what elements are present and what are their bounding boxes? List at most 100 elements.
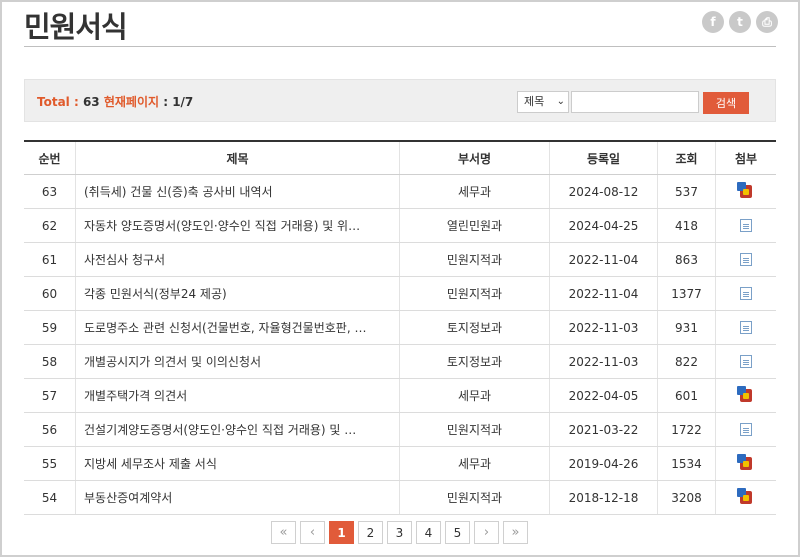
page-button-5[interactable]: 5 <box>445 521 470 544</box>
row-date: 2022-04-05 <box>550 379 658 412</box>
table-row: 59 도로명주소 관련 신청서(건물번호, 자율형건물번호판, … 토지정보과 202… <box>24 311 776 345</box>
hwp-file-icon[interactable] <box>737 386 752 402</box>
row-views: 931 <box>658 311 716 344</box>
row-dept: 세무과 <box>400 379 550 412</box>
title-divider <box>24 46 776 47</box>
row-views: 537 <box>658 175 716 208</box>
row-views: 1534 <box>658 447 716 480</box>
row-no: 54 <box>24 481 76 514</box>
row-attach <box>716 311 776 344</box>
row-no: 61 <box>24 243 76 276</box>
row-no: 59 <box>24 311 76 344</box>
row-title-link[interactable]: 개별공시지가 의견서 및 이의신청서 <box>76 345 400 378</box>
row-date: 2022-11-04 <box>550 277 658 310</box>
row-date: 2022-11-03 <box>550 345 658 378</box>
table-row: 56 건설기계양도증명서(양도인·양수인 직접 거래용) 및 … 민원지적과 2021… <box>24 413 776 447</box>
twitter-icon[interactable]: t <box>729 11 751 33</box>
chevron-down-icon: ⌄ <box>556 96 565 107</box>
table-body: 63 (취득세) 건물 신(증)축 공사비 내역서 세무과 2024-08-12 537… <box>24 175 776 515</box>
print-icon[interactable]: ⎙ <box>756 11 778 33</box>
search-bar: Total : 63 현재페이지 : 1/7 제목 ⌄ 검색 <box>24 79 776 122</box>
row-title-link[interactable]: 사전심사 청구서 <box>76 243 400 276</box>
header-no: 순번 <box>24 142 76 174</box>
table-row: 61 사전심사 청구서 민원지적과 2022-11-04 863 <box>24 243 776 277</box>
row-no: 63 <box>24 175 76 208</box>
document-file-icon[interactable] <box>740 423 752 436</box>
row-date: 2024-08-12 <box>550 175 658 208</box>
row-date: 2018-12-18 <box>550 481 658 514</box>
row-title-link[interactable]: 건설기계양도증명서(양도인·양수인 직접 거래용) 및 … <box>76 413 400 446</box>
row-attach <box>716 277 776 310</box>
row-no: 58 <box>24 345 76 378</box>
row-views: 3208 <box>658 481 716 514</box>
row-date: 2021-03-22 <box>550 413 658 446</box>
table-row: 57 개별주택가격 의견서 세무과 2022-04-05 601 <box>24 379 776 413</box>
total-value: 63 <box>82 95 100 109</box>
page-button-1[interactable]: 1 <box>329 521 354 544</box>
header-attach: 첨부 <box>734 151 758 166</box>
row-views: 1722 <box>658 413 716 446</box>
row-dept: 열린민원과 <box>400 209 550 242</box>
page-button-2[interactable]: 2 <box>358 521 383 544</box>
row-dept: 토지정보과 <box>400 345 550 378</box>
table-row: 62 자동차 양도증명서(양도인·양수인 직접 거래용) 및 위… 열린민원과 202… <box>24 209 776 243</box>
row-no: 55 <box>24 447 76 480</box>
row-views: 822 <box>658 345 716 378</box>
row-dept: 민원지적과 <box>400 481 550 514</box>
table-row: 63 (취득세) 건물 신(증)축 공사비 내역서 세무과 2024-08-12 537 <box>24 175 776 209</box>
page-button-3[interactable]: 3 <box>387 521 412 544</box>
hwp-file-icon[interactable] <box>737 182 752 198</box>
row-title-link[interactable]: 각종 민원서식(정부24 제공) <box>76 277 400 310</box>
row-attach <box>716 243 776 276</box>
document-file-icon[interactable] <box>740 287 752 300</box>
row-no: 60 <box>24 277 76 310</box>
next-page-button[interactable]: › <box>474 521 499 544</box>
row-views: 863 <box>658 243 716 276</box>
header-date: 등록일 <box>550 142 658 174</box>
row-title-link[interactable]: 부동산증여계약서 <box>76 481 400 514</box>
row-dept: 세무과 <box>400 447 550 480</box>
facebook-icon[interactable]: f <box>702 11 724 33</box>
document-file-icon[interactable] <box>740 253 752 266</box>
pagination: « ‹ 1 2 3 4 5 › » <box>271 521 528 544</box>
hwp-file-icon[interactable] <box>737 488 752 504</box>
total-summary: Total : 63 현재페이지 : 1/7 <box>37 95 194 109</box>
total-label: Total <box>37 95 70 109</box>
search-input[interactable] <box>571 91 699 113</box>
table-row: 55 지방세 세무조사 제출 서식 세무과 2019-04-26 1534 <box>24 447 776 481</box>
header-views: 조회 <box>658 142 716 174</box>
row-attach <box>716 175 776 208</box>
row-no: 57 <box>24 379 76 412</box>
row-views: 601 <box>658 379 716 412</box>
row-attach <box>716 413 776 446</box>
row-title-link[interactable]: 지방세 세무조사 제출 서식 <box>76 447 400 480</box>
row-no: 62 <box>24 209 76 242</box>
row-title-link[interactable]: (취득세) 건물 신(증)축 공사비 내역서 <box>76 175 400 208</box>
document-file-icon[interactable] <box>740 321 752 334</box>
row-title-link[interactable]: 자동차 양도증명서(양도인·양수인 직접 거래용) 및 위… <box>76 209 400 242</box>
row-attach <box>716 345 776 378</box>
row-attach <box>716 447 776 480</box>
row-date: 2022-11-04 <box>550 243 658 276</box>
search-field-select[interactable]: 제목 ⌄ <box>517 91 569 113</box>
row-views: 1377 <box>658 277 716 310</box>
page-title: 민원서식 <box>24 10 128 44</box>
hwp-file-icon[interactable] <box>737 454 752 470</box>
current-page-label: 현재페이지 <box>103 95 160 109</box>
table-header: 순번 제목 부서명 등록일 조회 첨부 <box>24 142 776 175</box>
row-no: 56 <box>24 413 76 446</box>
row-title-link[interactable]: 도로명주소 관련 신청서(건물번호, 자율형건물번호판, … <box>76 311 400 344</box>
document-file-icon[interactable] <box>740 355 752 368</box>
last-page-button[interactable]: » <box>503 521 528 544</box>
search-button[interactable]: 검색 <box>703 92 749 114</box>
document-file-icon[interactable] <box>740 219 752 232</box>
row-dept: 민원지적과 <box>400 277 550 310</box>
first-page-button[interactable]: « <box>271 521 296 544</box>
prev-page-button[interactable]: ‹ <box>300 521 325 544</box>
row-attach <box>716 379 776 412</box>
page-button-4[interactable]: 4 <box>416 521 441 544</box>
row-dept: 민원지적과 <box>400 243 550 276</box>
row-title-link[interactable]: 개별주택가격 의견서 <box>76 379 400 412</box>
row-date: 2019-04-26 <box>550 447 658 480</box>
table-row: 58 개별공시지가 의견서 및 이의신청서 토지정보과 2022-11-03 822 <box>24 345 776 379</box>
